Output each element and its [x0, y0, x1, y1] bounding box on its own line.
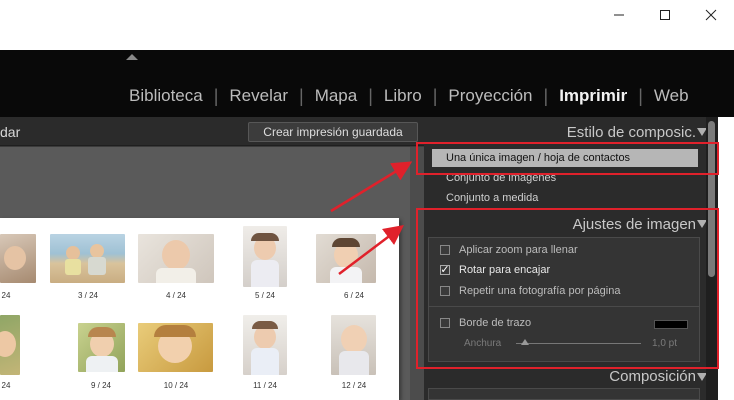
- annotation-arrow: [330, 161, 413, 213]
- annotation-arrows: [330, 161, 413, 275]
- annotation-arrow: [338, 224, 404, 275]
